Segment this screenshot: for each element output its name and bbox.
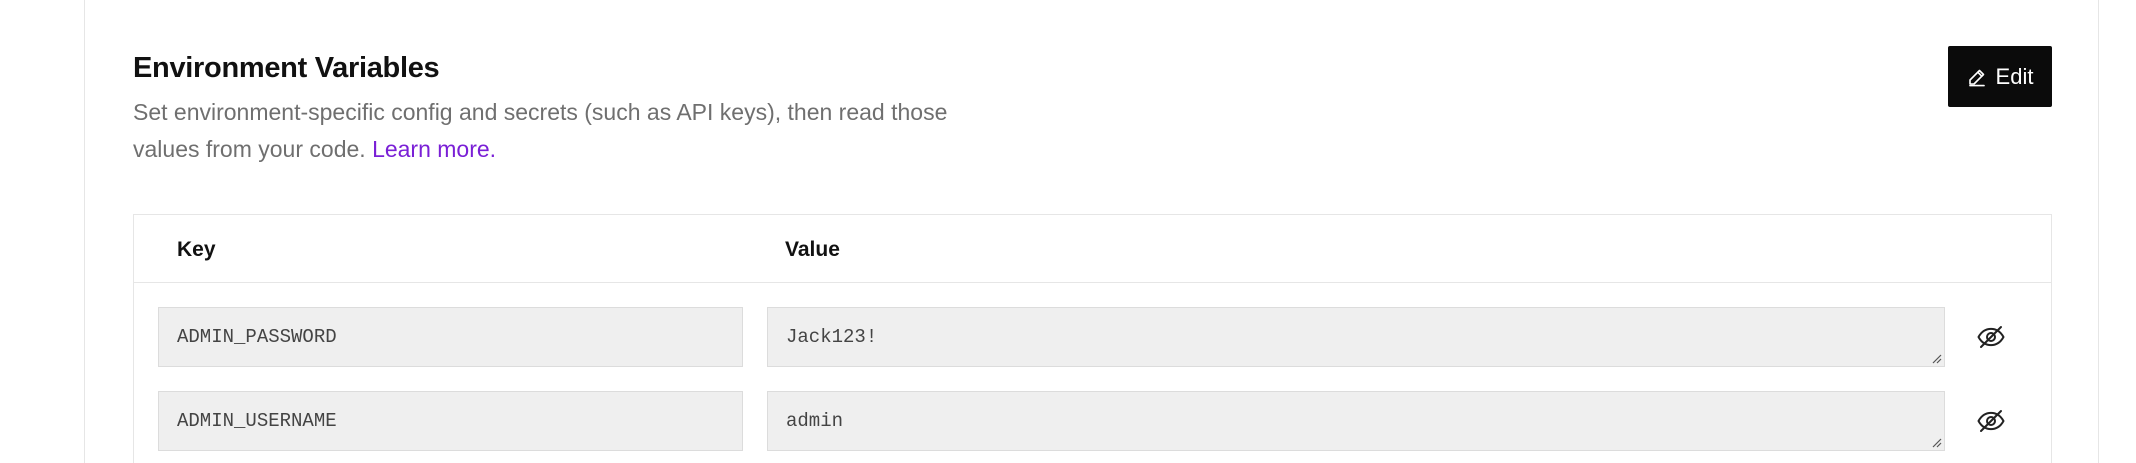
env-key-input[interactable]: ADMIN_USERNAME: [158, 391, 743, 451]
page: Environment Variables Set environment-sp…: [0, 0, 2136, 463]
env-value-textarea[interactable]: admin: [767, 391, 1945, 451]
column-header-value: Value: [785, 238, 840, 261]
resize-handle-icon[interactable]: [1930, 436, 1942, 448]
toggle-visibility-button[interactable]: [1971, 317, 2011, 357]
column-header-key: Key: [177, 238, 216, 261]
env-vars-table: Key Value ADMIN_PASSWORD Jack123! ADMIN_…: [133, 214, 2052, 463]
section-title: Environment Variables: [133, 52, 440, 84]
env-value-textarea[interactable]: Jack123!: [767, 307, 1945, 367]
edit-button-label: Edit: [1995, 63, 2034, 89]
toggle-visibility-button[interactable]: [1971, 401, 2011, 441]
description-text: Set environment-specific config and secr…: [133, 99, 948, 162]
env-value-text: admin: [786, 410, 844, 432]
table-header: Key Value: [134, 215, 2051, 283]
env-key-input[interactable]: ADMIN_PASSWORD: [158, 307, 743, 367]
eye-slash-icon: [1977, 326, 2005, 348]
edit-button[interactable]: Edit: [1948, 46, 2052, 107]
eye-slash-icon: [1977, 410, 2005, 432]
learn-more-link[interactable]: Learn more.: [372, 136, 496, 162]
section-description: Set environment-specific config and secr…: [133, 94, 1013, 168]
pencil-icon: [1967, 67, 1987, 87]
env-value-text: Jack123!: [786, 326, 878, 348]
resize-handle-icon[interactable]: [1930, 352, 1942, 364]
